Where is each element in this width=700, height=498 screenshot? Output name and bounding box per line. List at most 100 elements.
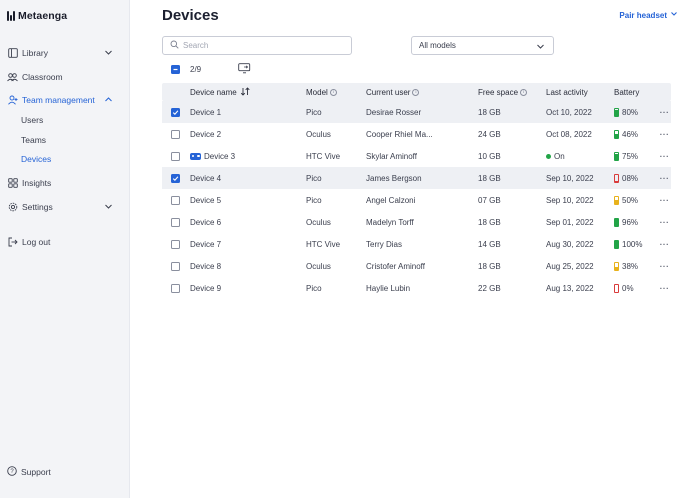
row-checkbox[interactable] [171,261,180,271]
device-model: Pico [306,195,322,205]
column-free-space: Free space i [478,88,546,97]
sidebar-item-library[interactable]: Library [7,45,117,61]
row-checkbox[interactable] [171,151,180,161]
more-options-icon[interactable]: ··· [658,152,671,161]
row-checkbox[interactable] [171,107,180,117]
column-last-activity: Last activity [546,87,588,97]
table-row[interactable]: Device 5 Pico Angel Calzoni 07 GB Sep 10… [162,189,671,211]
chevron-down-icon [670,10,678,20]
row-checkbox[interactable] [171,173,180,183]
current-user: Madelyn Torff [366,217,414,227]
pair-headset-label: Pair headset [619,10,667,20]
more-options-icon[interactable]: ··· [658,174,671,183]
device-model: Oculus [306,129,331,139]
column-device-name[interactable]: Device name [190,86,306,98]
sidebar: Metaenga Library Classroom Team manageme… [0,0,130,498]
device-model: Pico [306,173,322,183]
battery-icon [614,107,619,117]
device-model: HTC Vive [306,239,341,249]
sort-icon[interactable] [240,86,250,98]
more-options-icon[interactable]: ··· [658,262,671,271]
device-name[interactable]: Device 2 [190,130,221,139]
row-checkbox[interactable] [171,239,180,249]
last-activity: Sep 10, 2022 [546,195,594,205]
table-row[interactable]: Device 7 HTC Vive Terry Dias 14 GB Aug 3… [162,233,671,255]
model-filter-select[interactable]: All models [411,36,554,55]
select-all-checkbox[interactable] [171,64,180,74]
sidebar-subitem-users[interactable]: Users [21,113,43,127]
vr-headset-icon [190,152,201,160]
column-current-user: Current user i [366,88,478,97]
battery-level: 75% [622,151,639,161]
reassign-device-icon[interactable] [238,63,251,76]
row-checkbox[interactable] [171,283,180,293]
logo-text: Metaenga [18,10,68,22]
sidebar-subitem-devices[interactable]: Devices [21,152,51,166]
row-checkbox[interactable] [171,195,180,205]
sidebar-item-label: Settings [22,202,53,212]
table-body: Device 1 Pico Desirae Rosser 18 GB Oct 1… [162,101,671,299]
more-options-icon[interactable]: ··· [658,240,671,249]
svg-text:?: ? [10,469,14,475]
device-name[interactable]: Device 3 [204,152,235,161]
logo[interactable]: Metaenga [7,10,67,22]
team-icon [7,95,18,106]
info-icon[interactable]: i [329,88,337,96]
column-battery: Battery [614,87,640,97]
more-options-icon[interactable]: ··· [658,196,671,205]
current-user: Cristofer Aminoff [366,261,425,271]
device-model: Pico [306,107,322,117]
sidebar-item-settings[interactable]: Settings [7,199,117,215]
sidebar-subitem-teams[interactable]: Teams [21,133,46,147]
battery-level: 46% [622,129,639,139]
device-name[interactable]: Device 5 [190,196,221,205]
table-row[interactable]: Device 3 HTC Vive Skylar Aminoff 10 GB O… [162,145,671,167]
device-name[interactable]: Device 8 [190,262,221,271]
table-row[interactable]: Device 6 Oculus Madelyn Torff 18 GB Sep … [162,211,671,233]
battery-level: 08% [622,173,639,183]
free-space: 18 GB [478,173,501,183]
row-checkbox[interactable] [171,217,180,227]
chevron-down-icon [104,202,113,213]
info-icon[interactable]: i [412,88,420,96]
table-row[interactable]: Device 4 Pico James Bergson 18 GB Sep 10… [162,167,671,189]
battery-icon [614,283,619,293]
sidebar-item-log-out[interactable]: Log out [7,234,117,250]
more-options-icon[interactable]: ··· [658,218,671,227]
battery-level: 96% [622,217,639,227]
more-options-icon[interactable]: ··· [658,130,671,139]
table-row[interactable]: Device 2 Oculus Cooper Rhiel Ma... 24 GB… [162,123,671,145]
last-activity: Aug 30, 2022 [546,239,594,249]
pair-headset-button[interactable]: Pair headset [619,10,678,20]
gear-icon [7,202,18,213]
device-name[interactable]: Device 6 [190,218,221,227]
table-header: Device name Model i Current user i Free … [162,83,671,101]
info-icon[interactable]: i [520,88,528,96]
device-name[interactable]: Device 7 [190,240,221,249]
chevron-down-icon [104,48,113,59]
sidebar-item-label: Log out [22,237,51,247]
free-space: 18 GB [478,107,501,117]
row-checkbox[interactable] [171,129,180,139]
device-name[interactable]: Device 4 [190,174,221,183]
battery-level: 100% [622,239,643,249]
page-title: Devices [162,7,219,24]
table-row[interactable]: Device 1 Pico Desirae Rosser 18 GB Oct 1… [162,101,671,123]
device-name[interactable]: Device 1 [190,108,221,117]
table-row[interactable]: Device 9 Pico Haylie Lubin 22 GB Aug 13,… [162,277,671,299]
last-activity: Oct 08, 2022 [546,129,592,139]
support-link[interactable]: ? Support [7,466,51,478]
more-options-icon[interactable]: ··· [658,284,671,293]
search-input[interactable] [183,41,333,50]
sidebar-item-team-management[interactable]: Team management [7,92,117,108]
sidebar-item-classroom[interactable]: Classroom [7,69,117,85]
more-options-icon[interactable]: ··· [658,108,671,117]
device-name[interactable]: Device 9 [190,284,221,293]
last-activity: Oct 10, 2022 [546,107,592,117]
sidebar-item-insights[interactable]: Insights [7,175,117,191]
battery-icon [614,261,619,271]
battery-icon [614,151,619,161]
search-box[interactable] [162,36,352,55]
battery-level: 50% [622,195,639,205]
table-row[interactable]: Device 8 Oculus Cristofer Aminoff 18 GB … [162,255,671,277]
